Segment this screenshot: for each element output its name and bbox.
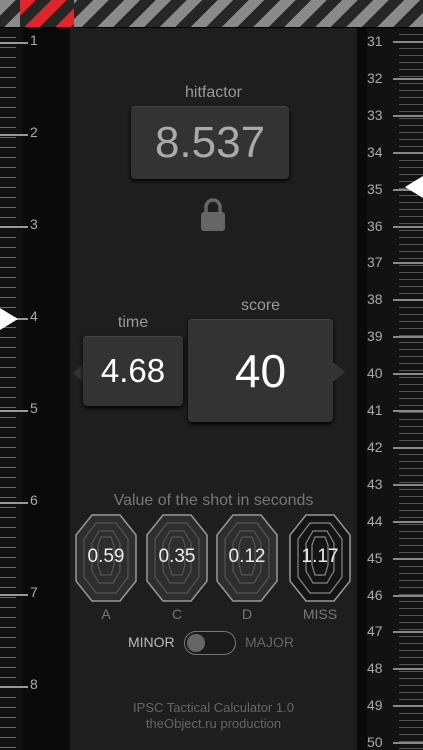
- shots-title: Value of the shot in seconds: [113, 492, 314, 509]
- shot-value: 0.35: [158, 546, 196, 567]
- right-ruler-major-tick: [393, 299, 423, 302]
- shot-value: 0.59: [87, 546, 125, 567]
- left-ruler-number: 7: [30, 584, 38, 600]
- right-ruler-major-tick: [393, 151, 423, 154]
- right-ruler-number: 34: [367, 143, 383, 160]
- top-stripe: [0, 0, 423, 28]
- right-ruler-number: 41: [367, 402, 383, 418]
- right-ruler-major-tick: [393, 594, 423, 597]
- footer-credit: theObject.ru production: [145, 716, 282, 731]
- major-label[interactable]: MAJOR: [245, 634, 294, 650]
- hitfactor-display: 8.537: [131, 106, 289, 179]
- right-ruler-major-tick: [393, 705, 423, 708]
- score-label: score: [240, 297, 281, 314]
- hitfactor-label: hitfactor: [185, 84, 242, 101]
- right-ruler-major-tick: [393, 410, 423, 412]
- left-ruler-number: 1: [30, 32, 38, 48]
- right-ruler-number: 31: [367, 33, 383, 49]
- left-ruler-number: 2: [30, 124, 38, 140]
- left-ruler-major-tick: [0, 42, 28, 44]
- left-ruler-major-tick: [0, 686, 28, 688]
- power-factor-toggle[interactable]: [184, 631, 236, 655]
- right-ruler-number: 32: [367, 69, 383, 86]
- right-ruler-major-tick: [393, 262, 423, 265]
- shot-value: 1.17: [301, 546, 339, 567]
- right-ruler-major-tick: [393, 557, 423, 560]
- shot-zone-label: C: [171, 606, 183, 622]
- footer-title: IPSC Tactical Calculator 1.0: [133, 700, 294, 715]
- time-label: time: [117, 314, 149, 331]
- time-display[interactable]: 4.68: [83, 336, 183, 406]
- right-ruler-number: 35: [367, 180, 383, 197]
- shot-target-c[interactable]: 0.35 C: [145, 513, 209, 622]
- right-ruler-number: 50: [367, 734, 383, 750]
- shot-value: 0.12: [228, 546, 266, 567]
- right-ruler-pointer: [405, 176, 423, 198]
- right-ruler-number: 33: [367, 106, 383, 123]
- right-ruler-number: 38: [367, 291, 383, 308]
- right-ruler-number: 40: [367, 365, 383, 382]
- right-ruler[interactable]: 31 32 33 34 35 36 37 38 39 40 41 42 43 44 45 46 47 48 49 50: [357, 28, 423, 750]
- right-ruler-number: 44: [367, 512, 383, 529]
- time-value: 4.68: [100, 352, 166, 389]
- right-ruler-major-tick: [393, 520, 423, 523]
- left-ruler-major-tick: [0, 134, 28, 136]
- right-ruler-number: 36: [367, 217, 383, 234]
- right-ruler-number: 47: [367, 623, 383, 640]
- right-ruler-number: 49: [367, 697, 383, 714]
- right-ruler-major-tick: [393, 446, 423, 449]
- score-display[interactable]: 40: [188, 319, 333, 422]
- toggle-knob: [187, 634, 205, 652]
- shot-target-miss[interactable]: 1.17 MISS: [288, 513, 352, 622]
- left-ruler-major-tick: [0, 410, 28, 412]
- right-ruler-major-tick: [393, 225, 423, 228]
- left-ruler-major-tick: [0, 226, 28, 228]
- score-arrow: [333, 362, 345, 382]
- score-value: 40: [234, 344, 287, 397]
- right-ruler-number: 37: [367, 254, 383, 271]
- right-ruler-major-tick: [393, 483, 423, 486]
- right-ruler-major-tick: [393, 373, 423, 376]
- right-ruler-number: 39: [367, 328, 383, 345]
- hitfactor-value: 8.537: [154, 117, 266, 167]
- left-ruler-major-tick: [0, 594, 28, 596]
- left-ruler-number: 8: [30, 676, 38, 692]
- right-ruler-major-tick: [393, 41, 423, 43]
- lock-icon[interactable]: [200, 198, 226, 232]
- right-ruler-number: 48: [367, 660, 383, 677]
- shot-zone-label: A: [101, 606, 111, 622]
- red-stripe: [20, 0, 74, 27]
- shot-zone-label: MISS: [302, 606, 338, 622]
- right-ruler-major-tick: [393, 114, 423, 117]
- right-ruler-major-tick: [393, 77, 423, 80]
- right-ruler-major-tick: [393, 336, 423, 339]
- left-ruler-major-tick: [0, 502, 28, 504]
- left-ruler[interactable]: 1 2 3 4 5 6 7 8: [0, 28, 70, 750]
- left-ruler-number: 5: [30, 400, 38, 416]
- right-ruler-number: 42: [367, 438, 383, 455]
- left-ruler-number: 6: [30, 492, 38, 508]
- right-ruler-major-tick: [393, 668, 423, 671]
- left-ruler-number: 3: [30, 216, 38, 232]
- shot-zone-label: D: [241, 606, 253, 622]
- right-ruler-major-tick: [393, 631, 423, 634]
- shot-target-a[interactable]: 0.59 A: [74, 513, 138, 622]
- right-ruler-number: 45: [367, 549, 383, 566]
- right-ruler-major-tick: [393, 742, 423, 745]
- right-ruler-number: 43: [367, 475, 383, 492]
- calculator-panel: hitfactor 8.537 time score 4.68 40 Value…: [70, 28, 357, 750]
- left-ruler-number: 4: [30, 308, 38, 324]
- minor-label[interactable]: MINOR: [128, 634, 175, 650]
- shot-target-d[interactable]: 0.12 D: [215, 513, 279, 622]
- left-ruler-pointer: [0, 308, 18, 330]
- right-ruler-number: 46: [367, 586, 383, 603]
- time-arrow: [73, 364, 83, 382]
